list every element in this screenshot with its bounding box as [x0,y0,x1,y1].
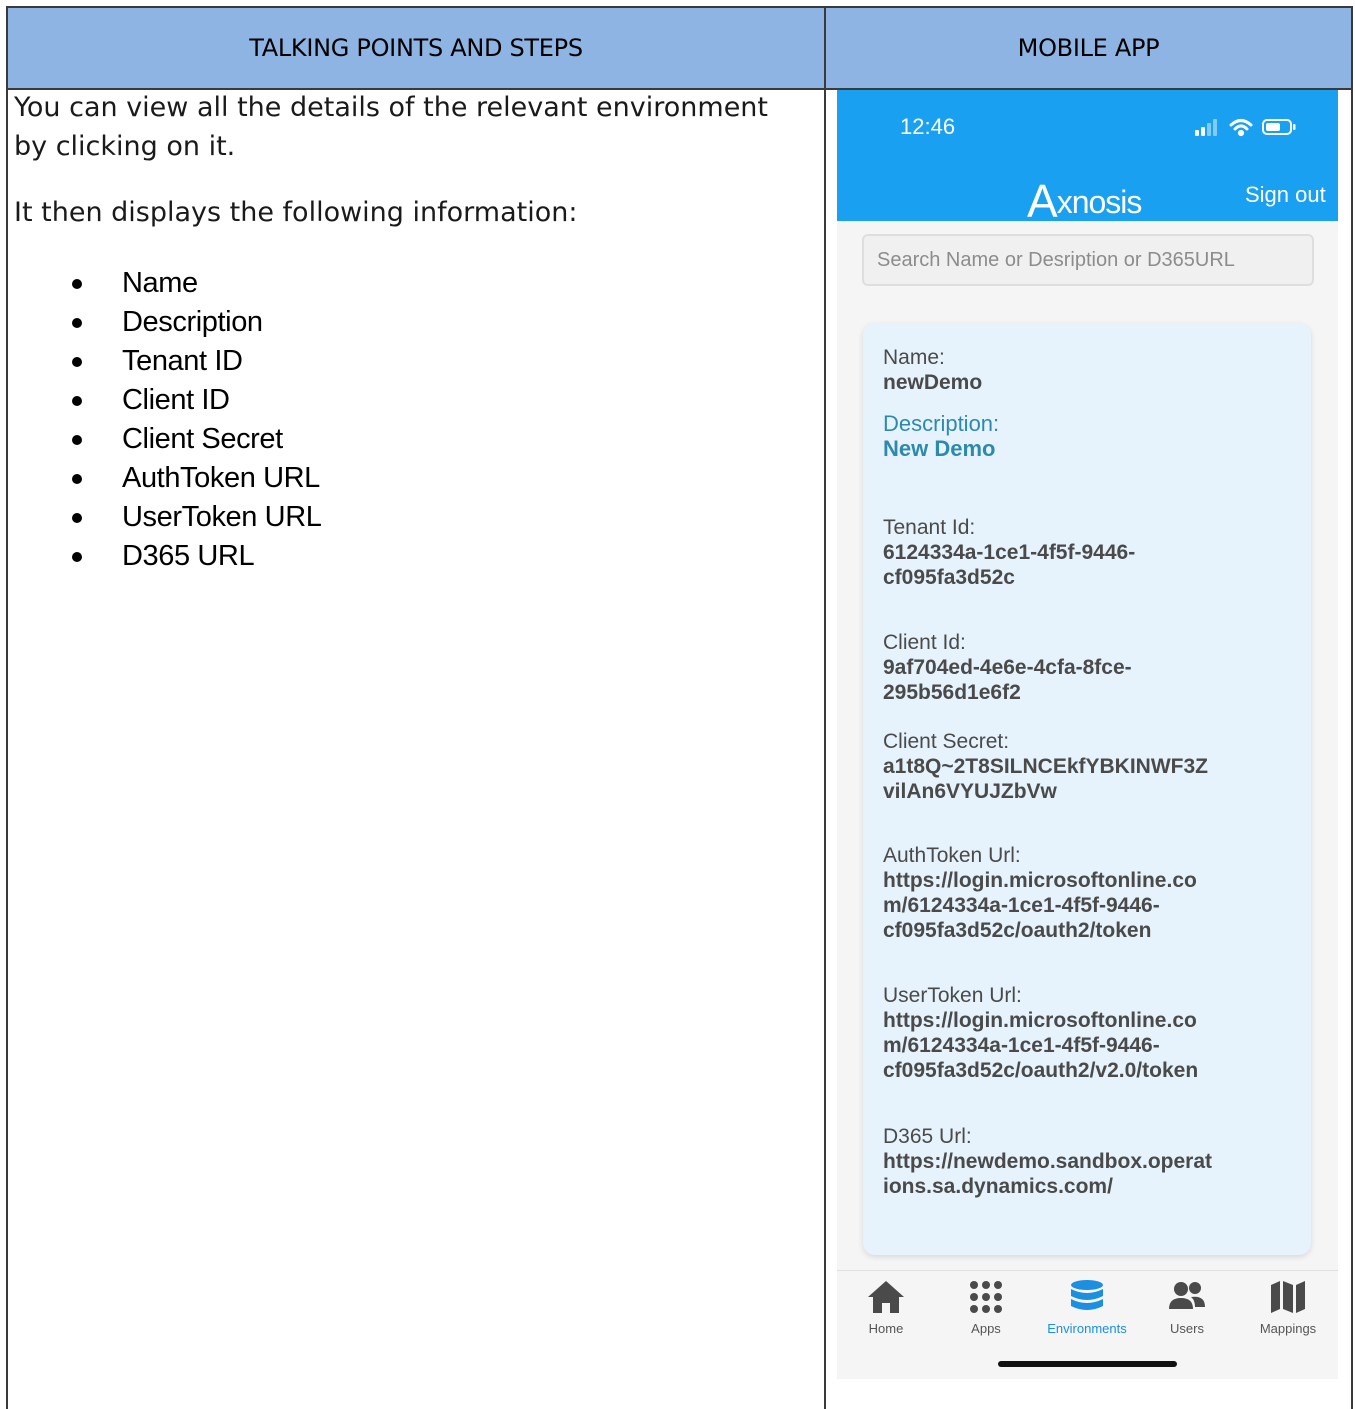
battery-icon [1262,119,1296,135]
column-header-mobile-app: MOBILE APP [824,8,1351,90]
detail-description: Description: New Demo [883,411,1000,461]
info-bullet-list: Name Description Tenant ID Client ID Cli… [66,264,322,576]
tab-mappings[interactable]: Mappings [1243,1279,1333,1336]
tab-apps[interactable]: Apps [941,1279,1031,1336]
home-icon [868,1281,904,1313]
bullet-icon [72,317,82,328]
column-divider [824,8,826,1409]
users-icon [1169,1282,1205,1309]
detail-usertoken-url: UserToken Url: https://login.microsofton… [883,984,1199,1082]
database-icon [1071,1280,1103,1310]
intro-paragraph-2: It then displays the following informati… [14,197,578,228]
column-header-talking-points: TALKING POINTS AND STEPS [8,8,824,90]
detail-authtoken-url: AuthToken Url: https://login.microsofton… [883,844,1197,942]
detail-tenant-id: Tenant Id: 6124334a-1ce1-4f5f-9446- cf09… [883,516,1136,589]
list-item: Name [66,264,322,303]
list-item: Client ID [66,381,322,420]
bullet-icon [72,278,82,289]
bullet-icon [72,395,82,406]
bullet-icon [72,356,82,367]
search-input[interactable] [862,234,1314,286]
list-item: Description [66,303,322,342]
axnosis-logo: Axnosis [1027,175,1142,227]
environment-detail-card[interactable]: Name: newDemo Description: New Demo Tena… [863,323,1311,1255]
list-item: Tenant ID [66,342,322,381]
tab-environments[interactable]: Environments [1042,1279,1132,1336]
home-indicator [998,1361,1177,1367]
status-time: 12:46 [900,114,956,139]
app-header: 12:46 Axnosis Sign out [837,90,1338,227]
detail-client-secret: Client Secret: a1t8Q~2T8SILNCEkfYBKINWF3… [883,730,1208,803]
list-item: UserToken URL [66,498,322,537]
bullet-icon [72,551,82,562]
bullet-icon [72,473,82,484]
bullet-icon [72,434,82,445]
tab-home[interactable]: Home [841,1279,931,1336]
status-icons [1195,119,1296,137]
list-item: Client Secret [66,420,322,459]
bullet-icon [72,512,82,523]
apps-grid-icon [970,1281,1002,1313]
detail-name: Name: newDemo [883,346,983,394]
signal-icon [1195,119,1217,136]
sign-out-button[interactable]: Sign out [1245,182,1326,208]
wifi-icon [1229,119,1253,137]
tab-users[interactable]: Users [1142,1279,1232,1336]
detail-d365-url: D365 Url: https://newdemo.sandbox.operat… [883,1125,1213,1198]
list-item: AuthToken URL [66,459,322,498]
intro-paragraph: You can view all the details of the rele… [14,92,769,162]
map-icon [1271,1281,1305,1313]
detail-client-id: Client Id: 9af704ed-4e6e-4cfa-8fce- 295b… [883,631,1132,704]
mobile-app-screenshot: 12:46 Axnosis Sign out Name: [837,90,1338,1379]
list-item: D365 URL [66,537,322,576]
